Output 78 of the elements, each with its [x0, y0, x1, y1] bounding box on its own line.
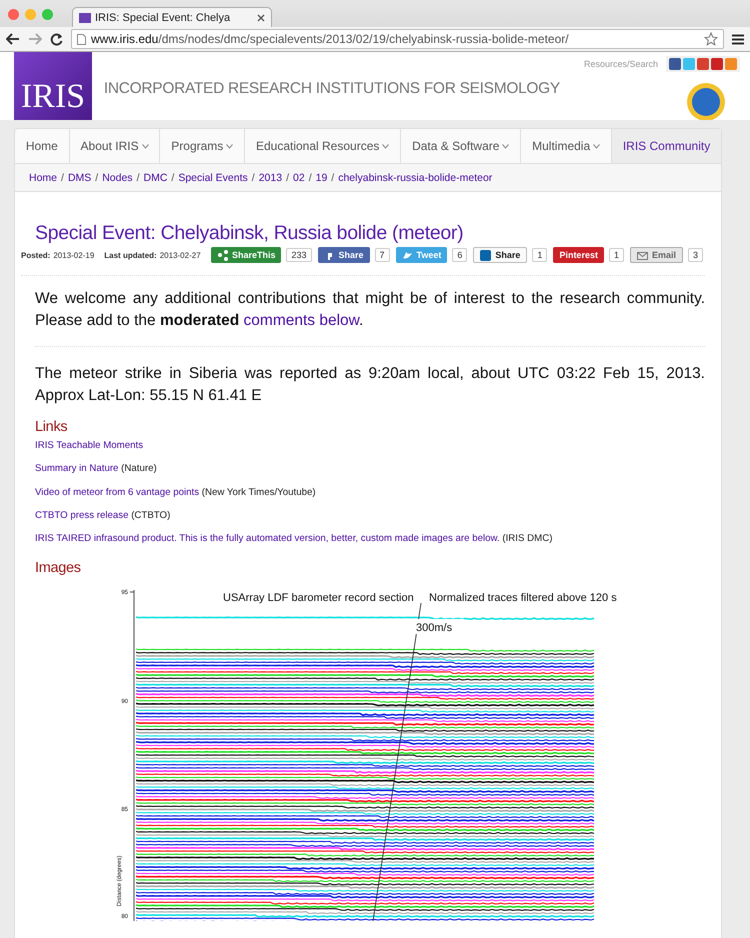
back-arrow-icon[interactable]: [6, 33, 20, 45]
posted-label: Posted:: [21, 250, 50, 260]
chart-subtitle: Normalized traces filtered above 120 s: [429, 592, 617, 604]
breadcrumb-link[interactable]: 02: [293, 172, 305, 184]
share-icon: [402, 250, 413, 260]
bookmark-star-icon[interactable]: [704, 32, 718, 46]
link-source: (Nature): [121, 463, 157, 474]
velocity-label: 300m/s: [416, 622, 452, 634]
share-button[interactable]: Pinterest: [553, 247, 604, 263]
reload-icon[interactable]: [50, 32, 63, 46]
iris-logo[interactable]: IRIS: [14, 52, 92, 120]
breadcrumb-separator: /: [136, 172, 140, 184]
section-heading: Images: [35, 560, 82, 576]
zoom-window-button[interactable]: [42, 9, 53, 20]
share-count: 233: [286, 248, 312, 262]
chart-title: USArray LDF barometer record section: [223, 592, 414, 604]
share-icon: [480, 250, 492, 260]
breadcrumb-link[interactable]: 19: [316, 172, 328, 184]
forward-arrow-icon[interactable]: [28, 33, 42, 45]
share-icon: [636, 250, 648, 260]
share-button[interactable]: Share: [473, 247, 528, 263]
share-button[interactable]: Share: [318, 247, 370, 263]
share-count: 6: [452, 248, 468, 262]
share-icon: [216, 250, 228, 260]
breadcrumb-link[interactable]: Special Events: [178, 172, 248, 184]
organization-name: INCORPORATED RESEARCH INSTITUTIONS FOR SEISMOLOGY: [104, 80, 560, 98]
page-favicon-icon: [79, 12, 91, 22]
share-count: 1: [608, 248, 624, 262]
report-paragraph: The meteor strike in Siberia was reported as 9:20am local, about UTC 03:22 Feb 15, 2013. Approx Lat-Lon: 55.15 N 61.41 E: [35, 364, 705, 406]
breadcrumb-link[interactable]: Home: [29, 172, 58, 184]
tab-title: IRIS: Special Event: Chelya: [95, 12, 232, 24]
breadcrumb-separator: /: [331, 172, 334, 184]
close-window-button[interactable]: [8, 9, 19, 20]
breadcrumb-separator: /: [171, 172, 174, 184]
minimize-window-button[interactable]: [25, 9, 36, 20]
share-button[interactable]: ShareThis: [210, 247, 282, 263]
article-title: Special Event: Chelyabinsk, Russia bolide (meteor): [35, 221, 464, 245]
globe-seal-icon[interactable]: [686, 82, 726, 120]
link-source: (IRIS DMC): [502, 533, 552, 544]
resource-link[interactable]: Video of meteor from 6 vantage points: [35, 486, 200, 498]
share-button[interactable]: Email: [630, 247, 683, 263]
nav-tab[interactable]: Home: [15, 129, 70, 163]
nav-tab[interactable]: About IRIS: [70, 129, 160, 163]
share-count: 7: [374, 248, 390, 262]
breadcrumb-link[interactable]: Nodes: [102, 172, 133, 184]
page-icon: [77, 34, 86, 44]
breadcrumb-separator: /: [61, 172, 64, 184]
nav-tab[interactable]: Educational Resources: [245, 129, 402, 163]
breadcrumb-separator: /: [308, 172, 312, 184]
resource-link[interactable]: Summary in Nature: [35, 463, 118, 474]
share-count: 1: [532, 248, 548, 262]
comments-link[interactable]: comments below: [244, 312, 359, 329]
link-source: (New York Times/Youtube): [202, 486, 316, 498]
breadcrumb-link[interactable]: DMC: [143, 172, 168, 184]
address-field[interactable]: www.iris.edu/dms/nodes/dmc/specialevents/2013/02/19/chelyabinsk-russia-bolide-meteor/: [71, 29, 724, 49]
nav-tab[interactable]: Data & Software: [401, 129, 522, 163]
nav-tab[interactable]: IRIS Community: [612, 129, 722, 163]
resource-link[interactable]: IRIS TAIRED infrasound product. This is the fully automated version, better, custom made images are below.: [35, 533, 500, 544]
updated-label: Last updated:: [104, 250, 157, 260]
section-heading: Links: [35, 419, 68, 435]
resource-link[interactable]: CTBTO press release: [35, 510, 128, 521]
breadcrumb-separator: /: [252, 172, 255, 184]
intro-paragraph: We welcome any additional contributions that might be of interest to the research community. Please add to the moderated comments below.: [35, 276, 705, 347]
nav-tab[interactable]: Programs: [160, 129, 246, 163]
breadcrumb-link[interactable]: DMS: [68, 172, 92, 184]
breadcrumb-separator: /: [95, 172, 98, 184]
updated-date: 2013-02-27: [160, 250, 201, 260]
posted-date: 2013-02-19: [53, 250, 94, 260]
menu-icon[interactable]: [732, 34, 744, 44]
breadcrumb-separator: /: [286, 172, 289, 184]
breadcrumb-link[interactable]: 2013: [258, 172, 282, 184]
close-tab-icon[interactable]: [257, 14, 265, 22]
url-text: www.iris.edu/dms/nodes/dmc/specialevents/2013/02/19/chelyabinsk-russia-bolide-meteor/: [91, 32, 569, 46]
browser-tab[interactable]: IRIS: Special Event: Chelya: [72, 7, 272, 27]
breadcrumb-link[interactable]: chelyabinsk-russia-bolide-meteor: [338, 172, 492, 184]
link-source: (CTBTO): [131, 510, 170, 521]
share-count: 3: [688, 248, 703, 262]
resource-link[interactable]: IRIS Teachable Moments: [35, 440, 144, 451]
